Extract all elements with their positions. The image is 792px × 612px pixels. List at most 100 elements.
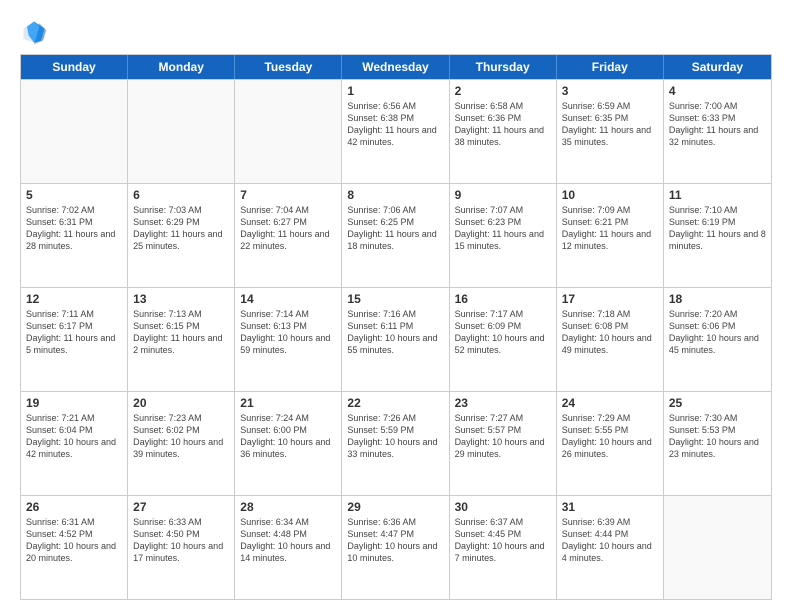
week-row-5: 26 Sunrise: 6:31 AM Sunset: 4:52 PM Dayli… <box>21 495 771 599</box>
cell-info: Sunrise: 7:29 AM Sunset: 5:55 PM Dayligh… <box>562 412 658 461</box>
day-number: 9 <box>455 188 551 202</box>
day-number: 6 <box>133 188 229 202</box>
cell-info: Sunrise: 7:10 AM Sunset: 6:19 PM Dayligh… <box>669 204 766 253</box>
day-number: 11 <box>669 188 766 202</box>
cell-info: Sunrise: 6:34 AM Sunset: 4:48 PM Dayligh… <box>240 516 336 565</box>
header-day-sunday: Sunday <box>21 55 128 79</box>
cal-cell: 27 Sunrise: 6:33 AM Sunset: 4:50 PM Dayli… <box>128 496 235 599</box>
day-number: 25 <box>669 396 766 410</box>
cell-info: Sunrise: 6:59 AM Sunset: 6:35 PM Dayligh… <box>562 100 658 149</box>
cal-cell: 2 Sunrise: 6:58 AM Sunset: 6:36 PM Daylig… <box>450 80 557 183</box>
day-number: 15 <box>347 292 443 306</box>
header-day-monday: Monday <box>128 55 235 79</box>
cal-cell: 23 Sunrise: 7:27 AM Sunset: 5:57 PM Dayli… <box>450 392 557 495</box>
cell-info: Sunrise: 7:00 AM Sunset: 6:33 PM Dayligh… <box>669 100 766 149</box>
cell-info: Sunrise: 7:30 AM Sunset: 5:53 PM Dayligh… <box>669 412 766 461</box>
cal-cell: 5Sunrise: 7:02 AM Sunset: 6:31 PM Daylig… <box>21 184 128 287</box>
cell-info: Sunrise: 6:36 AM Sunset: 4:47 PM Dayligh… <box>347 516 443 565</box>
day-number: 10 <box>562 188 658 202</box>
header-day-wednesday: Wednesday <box>342 55 449 79</box>
cell-info: Sunrise: 6:39 AM Sunset: 4:44 PM Dayligh… <box>562 516 658 565</box>
cal-cell: 28 Sunrise: 6:34 AM Sunset: 4:48 PM Dayli… <box>235 496 342 599</box>
week-row-2: 5Sunrise: 7:02 AM Sunset: 6:31 PM Daylig… <box>21 183 771 287</box>
cal-cell: 12Sunrise: 7:11 AM Sunset: 6:17 PM Dayli… <box>21 288 128 391</box>
cal-cell <box>235 80 342 183</box>
cal-cell: 26 Sunrise: 6:31 AM Sunset: 4:52 PM Dayli… <box>21 496 128 599</box>
cal-cell: 7 Sunrise: 7:04 AM Sunset: 6:27 PM Daylig… <box>235 184 342 287</box>
cell-info: Sunrise: 6:33 AM Sunset: 4:50 PM Dayligh… <box>133 516 229 565</box>
cell-info: Sunrise: 7:24 AM Sunset: 6:00 PM Dayligh… <box>240 412 336 461</box>
cal-cell: 15 Sunrise: 7:16 AM Sunset: 6:11 PM Dayli… <box>342 288 449 391</box>
cal-cell: 10 Sunrise: 7:09 AM Sunset: 6:21 PM Dayli… <box>557 184 664 287</box>
cal-cell: 31 Sunrise: 6:39 AM Sunset: 4:44 PM Dayli… <box>557 496 664 599</box>
cell-info: Sunrise: 7:26 AM Sunset: 5:59 PM Dayligh… <box>347 412 443 461</box>
cell-info: Sunrise: 7:06 AM Sunset: 6:25 PM Dayligh… <box>347 204 443 253</box>
cal-cell: 11 Sunrise: 7:10 AM Sunset: 6:19 PM Dayli… <box>664 184 771 287</box>
cell-info: Sunrise: 6:58 AM Sunset: 6:36 PM Dayligh… <box>455 100 551 149</box>
day-number: 16 <box>455 292 551 306</box>
cell-info: Sunrise: 6:37 AM Sunset: 4:45 PM Dayligh… <box>455 516 551 565</box>
cell-info: Sunrise: 7:03 AM Sunset: 6:29 PM Dayligh… <box>133 204 229 253</box>
day-number: 2 <box>455 84 551 98</box>
logo <box>20 18 52 46</box>
day-number: 1 <box>347 84 443 98</box>
cal-cell: 25 Sunrise: 7:30 AM Sunset: 5:53 PM Dayli… <box>664 392 771 495</box>
cell-info: Sunrise: 6:56 AM Sunset: 6:38 PM Dayligh… <box>347 100 443 149</box>
calendar-header-row: SundayMondayTuesdayWednesdayThursdayFrid… <box>21 55 771 79</box>
cell-info: Sunrise: 7:17 AM Sunset: 6:09 PM Dayligh… <box>455 308 551 357</box>
week-row-1: 1 Sunrise: 6:56 AM Sunset: 6:38 PM Daylig… <box>21 79 771 183</box>
header-day-friday: Friday <box>557 55 664 79</box>
day-number: 28 <box>240 500 336 514</box>
cal-cell: 18Sunrise: 7:20 AM Sunset: 6:06 PM Dayli… <box>664 288 771 391</box>
cell-info: Sunrise: 6:31 AM Sunset: 4:52 PM Dayligh… <box>26 516 122 565</box>
cell-info: Sunrise: 7:13 AM Sunset: 6:15 PM Dayligh… <box>133 308 229 357</box>
day-number: 18 <box>669 292 766 306</box>
logo-icon <box>20 18 48 46</box>
header-day-thursday: Thursday <box>450 55 557 79</box>
cal-cell: 19 Sunrise: 7:21 AM Sunset: 6:04 PM Dayli… <box>21 392 128 495</box>
cell-info: Sunrise: 7:07 AM Sunset: 6:23 PM Dayligh… <box>455 204 551 253</box>
cal-cell: 1 Sunrise: 6:56 AM Sunset: 6:38 PM Daylig… <box>342 80 449 183</box>
week-row-3: 12Sunrise: 7:11 AM Sunset: 6:17 PM Dayli… <box>21 287 771 391</box>
week-row-4: 19 Sunrise: 7:21 AM Sunset: 6:04 PM Dayli… <box>21 391 771 495</box>
cal-cell: 4 Sunrise: 7:00 AM Sunset: 6:33 PM Daylig… <box>664 80 771 183</box>
day-number: 26 <box>26 500 122 514</box>
cal-cell: 17 Sunrise: 7:18 AM Sunset: 6:08 PM Dayli… <box>557 288 664 391</box>
cal-cell: 16 Sunrise: 7:17 AM Sunset: 6:09 PM Dayli… <box>450 288 557 391</box>
day-number: 23 <box>455 396 551 410</box>
day-number: 27 <box>133 500 229 514</box>
cal-cell: 13Sunrise: 7:13 AM Sunset: 6:15 PM Dayli… <box>128 288 235 391</box>
day-number: 5 <box>26 188 122 202</box>
day-number: 17 <box>562 292 658 306</box>
day-number: 7 <box>240 188 336 202</box>
day-number: 4 <box>669 84 766 98</box>
cell-info: Sunrise: 7:23 AM Sunset: 6:02 PM Dayligh… <box>133 412 229 461</box>
cell-info: Sunrise: 7:16 AM Sunset: 6:11 PM Dayligh… <box>347 308 443 357</box>
cal-cell <box>21 80 128 183</box>
cell-info: Sunrise: 7:14 AM Sunset: 6:13 PM Dayligh… <box>240 308 336 357</box>
day-number: 8 <box>347 188 443 202</box>
cell-info: Sunrise: 7:18 AM Sunset: 6:08 PM Dayligh… <box>562 308 658 357</box>
cell-info: Sunrise: 7:27 AM Sunset: 5:57 PM Dayligh… <box>455 412 551 461</box>
cal-cell: 22 Sunrise: 7:26 AM Sunset: 5:59 PM Dayli… <box>342 392 449 495</box>
cell-info: Sunrise: 7:21 AM Sunset: 6:04 PM Dayligh… <box>26 412 122 461</box>
page: SundayMondayTuesdayWednesdayThursdayFrid… <box>0 0 792 612</box>
cell-info: Sunrise: 7:04 AM Sunset: 6:27 PM Dayligh… <box>240 204 336 253</box>
day-number: 14 <box>240 292 336 306</box>
cal-cell: 6 Sunrise: 7:03 AM Sunset: 6:29 PM Daylig… <box>128 184 235 287</box>
calendar: SundayMondayTuesdayWednesdayThursdayFrid… <box>20 54 772 600</box>
day-number: 31 <box>562 500 658 514</box>
header-day-tuesday: Tuesday <box>235 55 342 79</box>
cal-cell: 29 Sunrise: 6:36 AM Sunset: 4:47 PM Dayli… <box>342 496 449 599</box>
day-number: 19 <box>26 396 122 410</box>
day-number: 12 <box>26 292 122 306</box>
cal-cell: 8 Sunrise: 7:06 AM Sunset: 6:25 PM Daylig… <box>342 184 449 287</box>
cell-info: Sunrise: 7:09 AM Sunset: 6:21 PM Dayligh… <box>562 204 658 253</box>
header-day-saturday: Saturday <box>664 55 771 79</box>
day-number: 22 <box>347 396 443 410</box>
day-number: 24 <box>562 396 658 410</box>
cal-cell <box>664 496 771 599</box>
cal-cell: 30Sunrise: 6:37 AM Sunset: 4:45 PM Dayli… <box>450 496 557 599</box>
day-number: 29 <box>347 500 443 514</box>
cal-cell: 14 Sunrise: 7:14 AM Sunset: 6:13 PM Dayli… <box>235 288 342 391</box>
